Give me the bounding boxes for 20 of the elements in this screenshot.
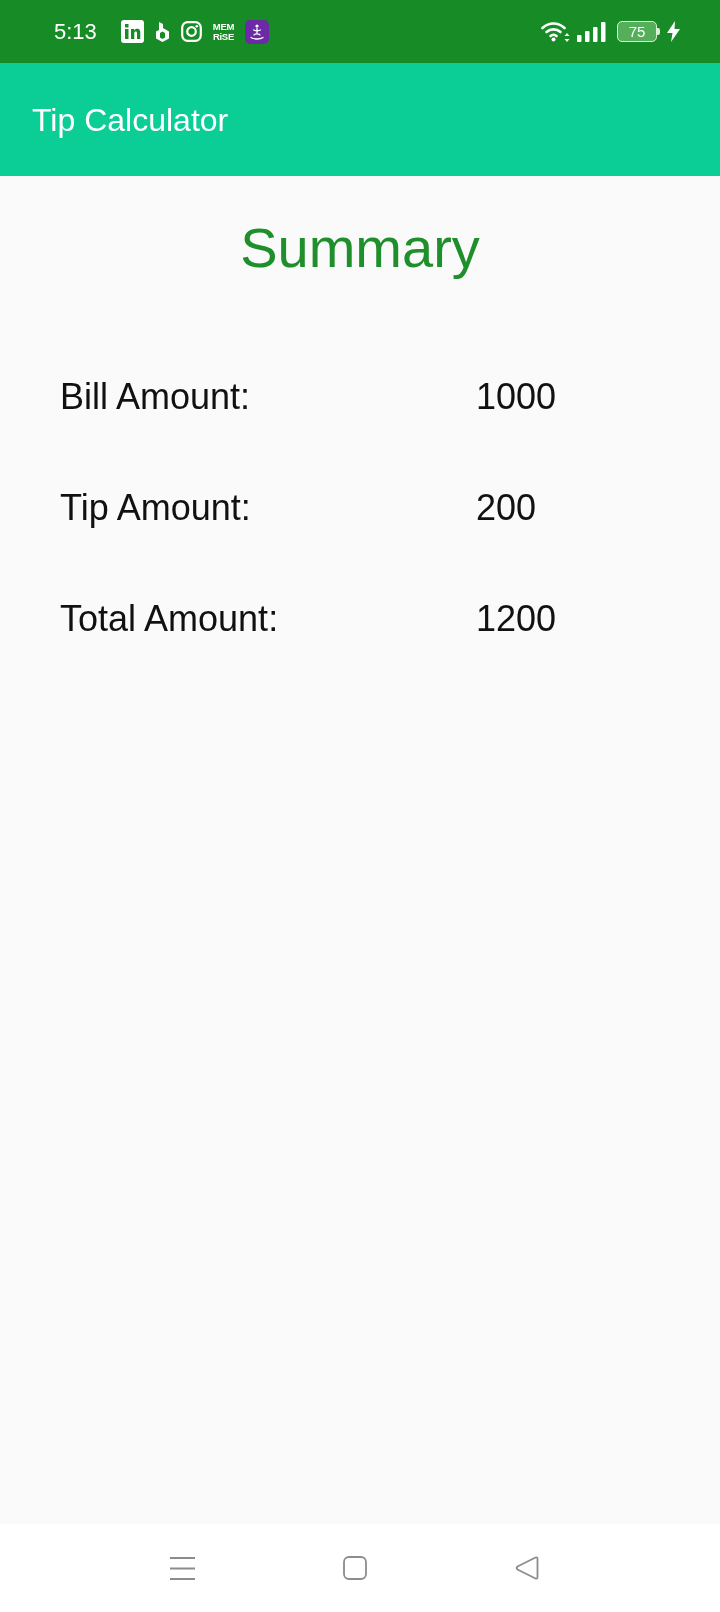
signal-icon: [577, 21, 606, 42]
memrise-app-logo: MEM RiSE: [212, 22, 235, 41]
summary-label: Total Amount:: [60, 601, 279, 637]
charging-bolt-icon: [667, 21, 680, 42]
home-button[interactable]: [342, 1556, 367, 1580]
summary-label: Tip Amount:: [60, 490, 251, 526]
app-notification-icon: [154, 21, 170, 42]
menu-button[interactable]: [169, 1556, 195, 1580]
summary-value: 1000: [476, 379, 557, 415]
summary-value: 1200: [476, 601, 557, 637]
app-bar-title: Tip Calculator: [32, 103, 229, 136]
status-time: 5:13: [54, 20, 97, 43]
linkedin-app-icon: [120, 20, 144, 43]
summary-label: Bill Amount:: [60, 379, 251, 415]
wifi-icon: [541, 21, 570, 42]
battery-indicator: 75: [617, 21, 660, 42]
summary-value: 200: [476, 490, 537, 526]
instagram-app-icon: [180, 21, 202, 42]
meditation-app-icon: [245, 19, 270, 44]
back-button[interactable]: [514, 1556, 539, 1580]
